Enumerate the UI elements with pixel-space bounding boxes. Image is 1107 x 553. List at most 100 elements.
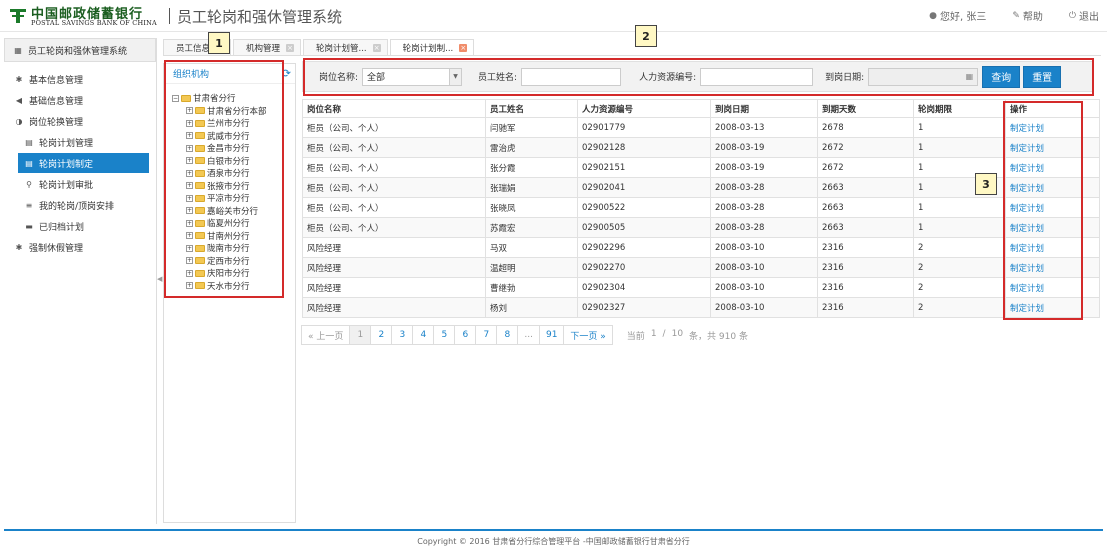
cell-days: 2672	[817, 137, 914, 158]
current-label: 当前	[626, 331, 645, 342]
close-icon[interactable]: ×	[372, 43, 381, 52]
table-row: 柜员（公司、个人） 张晓凤 02900522 2008-03-28 2663 1 制定计划	[302, 197, 1100, 218]
logout-link[interactable]: ⏻ 退出	[1069, 8, 1099, 24]
cell-position: 风险经理	[302, 257, 486, 278]
col-hr-number: 人力资源编号	[577, 99, 711, 118]
annotation-marker-3: 3	[975, 173, 997, 195]
cell-period: 2	[913, 237, 1006, 258]
page-button[interactable]: 3	[391, 325, 414, 345]
sidebar-item-rotation[interactable]: ◑ 岗位轮换管理	[4, 111, 156, 131]
cell-period: 1	[913, 137, 1006, 158]
tab-plan-manage[interactable]: 轮岗计划管... ×	[303, 39, 388, 55]
close-icon[interactable]: ×	[459, 43, 468, 52]
pagination: « 上一页 1 2 3 4 5 6 7 8 ... 91 下一页 » 当前 1 …	[301, 325, 748, 345]
cell-position: 柜员（公司、个人）	[302, 137, 486, 158]
page-info: 当前 1 / 10 条，共 910 条	[627, 329, 748, 342]
cell-position: 风险经理	[302, 237, 486, 258]
cell-hr-number: 02902304	[577, 277, 711, 298]
sidebar-item-label: 强制休假管理	[29, 243, 84, 254]
page-button[interactable]: 2	[370, 325, 393, 345]
table-row: 风险经理 马双 02902296 2008-03-10 2316 2 制定计划	[302, 237, 1100, 258]
col-days: 到期天数	[817, 99, 914, 118]
table-row: 柜员（公司、个人） 闫驰军 02901779 2008-03-13 2678 1 制定计划	[302, 117, 1100, 138]
cell-hr-number: 02902327	[577, 297, 711, 318]
cell-arrival-date: 2008-03-19	[710, 137, 818, 158]
cell-name: 闫驰军	[485, 117, 578, 138]
cell-hr-number: 02902041	[577, 177, 711, 198]
cell-arrival-date: 2008-03-19	[710, 157, 818, 178]
cell-period: 2	[913, 277, 1006, 298]
sidebar-item-plan-create[interactable]: ▤ 轮岗计划制定	[18, 153, 149, 173]
page-button[interactable]: 5	[433, 325, 456, 345]
cell-arrival-date: 2008-03-28	[710, 217, 818, 238]
sidebar-item-basic-info[interactable]: ✱ 基本信息管理	[4, 69, 156, 89]
sidebar-collapse-icon[interactable]: ◀	[157, 275, 162, 283]
sidebar-item-archived[interactable]: ▬ 已归档计划	[4, 216, 156, 236]
sidebar-item-forced-leave[interactable]: ✱ 强制休假管理	[4, 237, 156, 257]
cell-name: 雷治虎	[485, 137, 578, 158]
sidebar-item-plan-manage[interactable]: ▤ 轮岗计划管理	[4, 132, 156, 152]
cell-days: 2663	[817, 177, 914, 198]
cell-arrival-date: 2008-03-10	[710, 277, 818, 298]
footer-divider	[4, 529, 1103, 531]
footer-copyright: Copyright © 2016 甘肃省分行综合管理平台 -中国邮政储蓄银行甘肃…	[417, 537, 690, 546]
cell-name: 温超明	[485, 257, 578, 278]
cell-days: 2672	[817, 157, 914, 178]
page-button[interactable]: 7	[475, 325, 498, 345]
cell-position: 柜员（公司、个人）	[302, 117, 486, 138]
cell-hr-number: 02902128	[577, 137, 711, 158]
help-link[interactable]: ✎ 帮助	[1012, 8, 1043, 24]
cell-name: 张晓凤	[485, 197, 578, 218]
page-button[interactable]: 6	[454, 325, 477, 345]
cell-period: 1	[913, 197, 1006, 218]
bank-logo-icon	[10, 9, 26, 23]
help-icon: ✎	[1012, 10, 1020, 21]
briefcase-icon: ▬	[25, 221, 33, 231]
sidebar-item-plan-approve[interactable]: ⚲ 轮岗计划审批	[4, 174, 156, 194]
sidebar-item-label: 已归档计划	[39, 222, 85, 233]
cell-days: 2663	[817, 197, 914, 218]
current-page: 1	[650, 328, 657, 339]
cell-name: 张瑞娟	[485, 177, 578, 198]
prev-page-button[interactable]: « 上一页	[301, 325, 351, 345]
cell-arrival-date: 2008-03-10	[710, 237, 818, 258]
cell-position: 风险经理	[302, 297, 486, 318]
cell-hr-number: 02900522	[577, 197, 711, 218]
annotation-box-search	[303, 58, 1094, 96]
sidebar-item-base-info[interactable]: ◀ 基础信息管理	[4, 90, 156, 110]
cell-position: 柜员（公司、个人）	[302, 217, 486, 238]
col-name: 员工姓名	[485, 99, 578, 118]
asterisk-icon: ✱	[15, 74, 23, 84]
table-body: 柜员（公司、个人） 闫驰军 02901779 2008-03-13 2678 1 制定计划柜…	[302, 117, 1100, 318]
page-button[interactable]: 8	[496, 325, 519, 345]
app-title: 员工轮岗和强休管理系统	[177, 8, 343, 26]
next-page-button[interactable]: 下一页 »	[563, 325, 613, 345]
cell-hr-number: 02902151	[577, 157, 711, 178]
sidebar-item-label: 基本信息管理	[29, 75, 84, 86]
col-arrival-date: 到岗日期	[710, 99, 818, 118]
cell-period: 1	[913, 117, 1006, 138]
tab-org-manage[interactable]: 机构管理 ×	[233, 39, 302, 55]
sidebar-item-label: 轮岗计划制定	[39, 159, 94, 170]
cell-period: 1	[913, 217, 1006, 238]
cell-name: 马双	[485, 237, 578, 258]
cell-position: 柜员（公司、个人）	[302, 197, 486, 218]
cell-position: 柜员（公司、个人）	[302, 157, 486, 178]
table-row: 柜员（公司、个人） 苏霞宏 02900505 2008-03-28 2663 1 制定计划	[302, 217, 1100, 238]
user-greeting[interactable]: ● 您好, 张三	[929, 8, 986, 24]
sidebar-item-my-rotation[interactable]: ≡ 我的轮岗/顶岗安排	[4, 195, 156, 215]
cell-days: 2316	[817, 277, 914, 298]
app-header: 中国邮政储蓄银行 POSTAL SAVINGS BANK OF CHINA 员工…	[0, 0, 1107, 32]
user-icon: ●	[929, 10, 937, 21]
page-button[interactable]: 1	[349, 325, 372, 345]
cell-arrival-date: 2008-03-28	[710, 177, 818, 198]
tab-plan-create[interactable]: 轮岗计划制... ×	[389, 39, 475, 55]
sidebar-header: ▦ 员工轮岗和强休管理系统	[4, 38, 156, 62]
tab-label: 机构管理	[246, 43, 281, 54]
page-button[interactable]: 4	[412, 325, 435, 345]
page-button[interactable]: 91	[538, 325, 565, 345]
annotation-box-actions	[1003, 101, 1083, 320]
close-icon[interactable]: ×	[286, 43, 295, 52]
calendar-icon: ▦	[14, 45, 22, 55]
megaphone-icon: ◀	[15, 95, 23, 105]
